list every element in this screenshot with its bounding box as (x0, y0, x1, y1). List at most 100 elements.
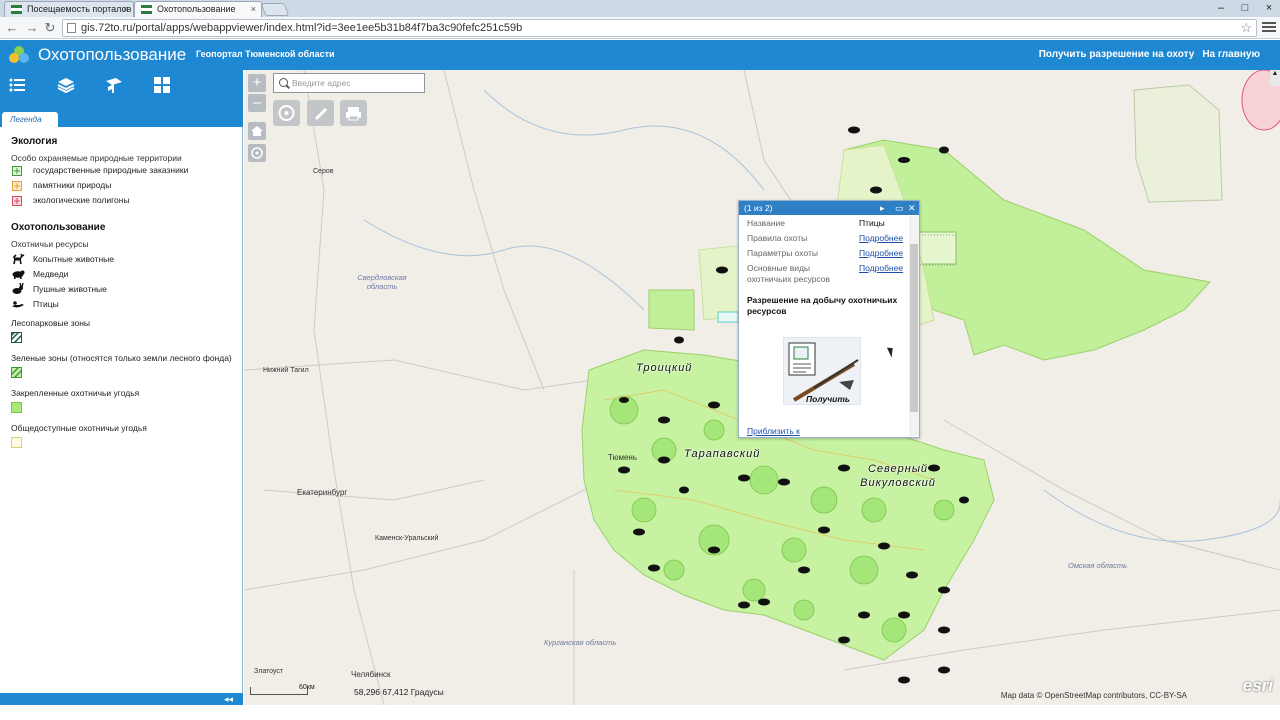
region-label: Свердловская область (357, 273, 407, 291)
minimize-button[interactable]: – (1214, 2, 1228, 14)
city-label: Каменск-Уральский (375, 535, 439, 542)
coordinates-readout: 58,296 67,412 Градусы (354, 687, 444, 697)
scroll-up-icon[interactable]: ▲ (1270, 70, 1280, 86)
url-text: gis.72to.ru/portal/apps/webappviewer/ind… (81, 22, 523, 34)
close-icon[interactable]: × (251, 2, 256, 17)
legend-zone-label: Общедоступные охотничьи угодья (11, 423, 147, 433)
details-link[interactable]: Подробнее (859, 231, 903, 246)
district-label: Троицкий (636, 362, 693, 374)
bookmark-star-icon[interactable]: ☆ (1240, 20, 1252, 36)
legend-item: государственные природные заказники (11, 163, 243, 178)
esri-logo: esri (1242, 676, 1273, 695)
panel-collapse-button[interactable]: ◂◂ (0, 693, 243, 705)
legend-list-icon[interactable] (8, 76, 28, 94)
forward-icon[interactable]: → (24, 19, 40, 36)
widgets-grid-icon[interactable] (152, 76, 172, 94)
page-icon (67, 23, 76, 33)
hare-icon (12, 283, 24, 294)
zoom-in-button[interactable]: + (248, 74, 266, 92)
public-grounds-swatch-icon (11, 437, 22, 448)
region-label: Омская область (1068, 561, 1128, 570)
info-popup: (1 из 2) ▸ ▭ ✕ Название Птицы Правила охо… (738, 200, 920, 438)
close-icon[interactable]: × (123, 2, 128, 17)
basemap-icon[interactable] (104, 76, 124, 94)
app-header: Охотопользование Геопортал Тюменской обл… (0, 40, 1280, 70)
duck-icon (12, 301, 24, 308)
browser-tab-bar: Посещаемость порталов × Охотопользование… (0, 0, 1280, 17)
browser-toolbar: ← → ↻ gis.72to.ru/portal/apps/webappview… (0, 17, 1280, 39)
city-label: Серов (313, 168, 334, 175)
district-label: Северный Викуловский (860, 463, 936, 489)
close-popup-icon[interactable]: ✕ (908, 201, 916, 215)
legend-tabs: Легенда (0, 100, 243, 127)
measure-button[interactable] (273, 100, 300, 126)
legend-item: памятники природы (11, 178, 243, 193)
city-label: Нижний Тагил (263, 367, 309, 374)
maximize-popup-icon[interactable]: ▭ (895, 201, 904, 215)
draw-button[interactable] (307, 100, 334, 126)
popup-title: Разрешение на добычу охотничьих ресурсов (747, 295, 898, 316)
assigned-grounds-swatch-icon (11, 402, 22, 413)
my-location-button[interactable] (248, 144, 266, 162)
map-attribution: Map data © OpenStreetMap contributors, C… (1000, 691, 1187, 700)
details-link[interactable]: Подробнее (859, 263, 903, 274)
header-links: Получить разрешение на охоту На главную (1039, 49, 1260, 60)
address-search-input[interactable]: Введите адрес (273, 73, 425, 93)
left-panel: Легенда Экология Особо охраняемые природ… (0, 70, 243, 705)
browser-tab[interactable]: Посещаемость порталов × (4, 1, 134, 17)
home-button[interactable] (248, 122, 266, 140)
get-permit-link[interactable]: Получить разрешение на охоту (1039, 49, 1195, 60)
window-controls: – □ × (1214, 0, 1276, 15)
next-feature-icon[interactable]: ▸ (880, 201, 885, 215)
city-label: Златоуст (254, 668, 284, 675)
legend-subtitle: Особо охраняемые природные территории (11, 153, 182, 163)
forest-park-swatch-icon (10, 331, 23, 344)
popup-row: Основные виды охотничьих ресурсов Подробн… (747, 263, 904, 284)
popup-scrollbar[interactable] (909, 216, 919, 436)
legend-item: Медведи (11, 267, 243, 282)
legend-zone-label: Зеленые зоны (относятся только земли лес… (11, 353, 232, 363)
compass-icon (278, 105, 295, 121)
home-link[interactable]: На главную (1202, 49, 1260, 60)
city-label: Челябинск (351, 670, 391, 679)
map-view[interactable]: + – Введите адрес Серов Нижний Тагил Ека… (244, 70, 1280, 705)
legend-body: Экология Особо охраняемые природные терр… (0, 127, 243, 454)
popup-row: Правила охоты Подробнее (739, 231, 919, 246)
monument-swatch-icon (12, 181, 22, 191)
zoom-out-button[interactable]: – (248, 94, 266, 112)
reload-icon[interactable]: ↻ (42, 19, 58, 36)
legend-item: Пушные животные (11, 282, 243, 297)
app-title: Охотопользование (38, 45, 187, 64)
bear-icon (12, 270, 25, 279)
tab-legend[interactable]: Легенда (2, 112, 58, 127)
panel-toolbar (0, 70, 243, 100)
address-bar[interactable]: gis.72to.ru/portal/apps/webappviewer/ind… (62, 19, 1257, 37)
new-tab-button[interactable] (260, 3, 290, 16)
maximize-button[interactable]: □ (1238, 2, 1252, 14)
pencil-icon (315, 108, 327, 120)
home-icon (251, 126, 263, 136)
get-permit-image[interactable]: Получить (783, 337, 861, 405)
close-window-button[interactable]: × (1262, 2, 1276, 14)
reserve-swatch-icon (12, 166, 22, 176)
popup-row: Название Птицы (747, 218, 885, 228)
back-icon[interactable]: ← (4, 19, 20, 36)
legend-zone-label: Закрепленные охотничьи угодья (11, 388, 140, 398)
details-link[interactable]: Подробнее (859, 246, 903, 261)
district-label: Тарапавский (684, 448, 761, 460)
flag-icon (11, 5, 22, 14)
browser-tab-active[interactable]: Охотопользование × (134, 1, 262, 17)
legend-zone-label: Лесопарковые зоны (11, 318, 91, 328)
zoom-to-link[interactable]: Приблизить к (747, 426, 800, 436)
layers-icon[interactable] (56, 76, 76, 94)
app-logo-icon (9, 46, 29, 63)
print-button[interactable] (340, 100, 367, 126)
menu-icon[interactable] (1262, 20, 1276, 34)
popup-header: (1 из 2) ▸ ▭ ✕ (739, 201, 919, 215)
green-zone-swatch-icon (10, 366, 23, 379)
polygon-swatch-icon (12, 196, 22, 206)
legend-section-title: Охотопользование (11, 222, 106, 233)
zoom-controls: + – (248, 74, 266, 114)
legend-item: Птицы (11, 297, 243, 312)
city-label: Екатеринбург (297, 488, 348, 497)
